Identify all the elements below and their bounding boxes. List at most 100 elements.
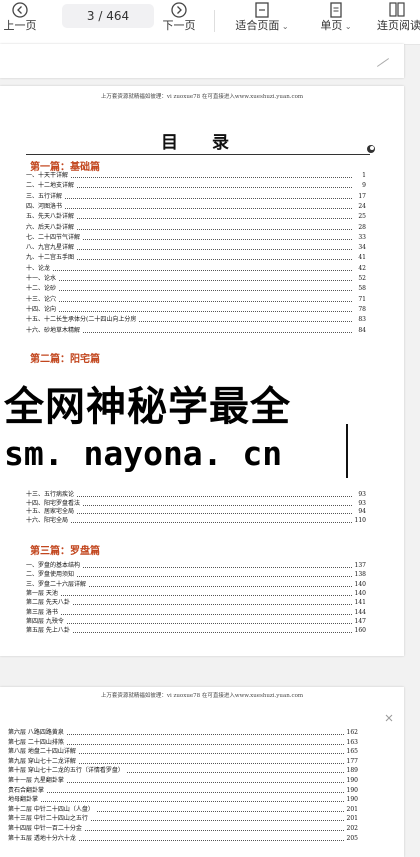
next-page-button[interactable]: 下一页 — [158, 0, 200, 44]
toc-entry-title: 六、后天八卦详解 — [26, 223, 77, 232]
toc-dot-leader — [26, 604, 352, 606]
toc-row[interactable]: 第一层 天池 140 — [26, 589, 366, 598]
section-title-luopan: 第三篇：罗盘篇 — [30, 546, 100, 557]
toc-row[interactable]: 第十层 穿山七十二龙的五行（详情看罗盘） 189 — [8, 767, 358, 776]
toc-entry-page: 93 — [357, 499, 366, 508]
page-mark — [376, 58, 390, 67]
toc-dot-leader — [26, 197, 352, 199]
toc-row[interactable]: 五、先天八卦详解 25 — [26, 213, 366, 222]
toc-row[interactable]: 二、罗盘使用须知 138 — [26, 571, 366, 580]
toc-entry-title: 七、二十四节气详解 — [26, 233, 83, 242]
toc-row[interactable]: 十四、阳宅罗盘看法 93 — [26, 499, 366, 508]
toc-row[interactable]: 第十二层 中针二十四山（人盘） 201 — [8, 805, 358, 814]
page-separator: / — [98, 9, 103, 23]
toc-entry-title: 十五、居家宅全局 — [26, 508, 77, 517]
toc-entry-page: 201 — [345, 815, 358, 824]
toc-row[interactable]: 三、五行详解 17 — [26, 192, 366, 201]
toc-entry-title: 一、罗盘的基本结构 — [26, 562, 83, 570]
toc-entry-title: 十六、阳宅全局 — [26, 516, 71, 525]
toc-dot-leader — [26, 269, 352, 271]
toc-row[interactable]: 三、罗盘二十六层详解 140 — [26, 580, 366, 589]
prev-page-button[interactable]: 上一页 — [0, 0, 40, 44]
prev-page-label: 上一页 — [3, 19, 37, 32]
toc-entry-page: 24 — [357, 202, 366, 211]
toc-row[interactable]: 七、二十四节气详解 33 — [26, 233, 366, 242]
toc-entry-page: 41 — [357, 254, 366, 263]
toc-row[interactable]: 第十三层 中针二十四山之五行 201 — [8, 815, 358, 824]
toc-entry-title: 第十一层 九星翻卦掌 — [8, 777, 66, 785]
toc-entry-title: 第十五层 透地十分六十龙 — [8, 834, 78, 843]
document-page-4: 上万套资源就精福如彼理：vi zuoxue78 在可直接进入www.xueshu… — [0, 687, 404, 857]
toc-dot-leader — [26, 300, 352, 302]
toc-entry-page: 163 — [345, 738, 358, 747]
toc-row[interactable]: 第八层 地盘二十四山详解 165 — [8, 748, 358, 757]
text-cursor — [346, 424, 348, 478]
toc-entry-title: 第四层 九殃令 — [26, 617, 66, 626]
toc-row[interactable]: 十二、论砂 58 — [26, 285, 366, 294]
toc-entry-title: 第五层 先上八卦 — [26, 627, 72, 636]
toc-row[interactable]: 六、后天八卦详解 28 — [26, 223, 366, 232]
toc-row[interactable]: 十六、阳宅全局 110 — [26, 516, 366, 525]
continuous-reading-button[interactable]: 连页阅读 — [374, 0, 420, 44]
toc-row[interactable]: 第二层 先天八卦 141 — [26, 599, 366, 608]
page-corner-mark-icon — [385, 714, 393, 722]
toc-entry-title: 十三、五行病疾论 — [26, 491, 77, 499]
toc-entry-title: 第十三层 中针二十四山之五行 — [8, 815, 90, 824]
toc-entry-title: 地母翻卦掌 — [8, 796, 41, 805]
page-number-box[interactable]: 3 / 464 — [62, 4, 154, 28]
toc-row[interactable]: 十三、五行病疾论 93 — [26, 491, 366, 499]
toc-entry-page: 94 — [357, 508, 366, 517]
next-page-label: 下一页 — [162, 19, 196, 32]
fit-page-label: 适合页面 — [235, 19, 280, 32]
watermark-line-2: sm. nayona. cn — [4, 434, 283, 473]
toc-row[interactable]: 十六、砂地草木精解 84 — [26, 326, 366, 335]
toc-row[interactable]: 第三层 洛书 144 — [26, 608, 366, 617]
toc-entry-page: 147 — [353, 617, 366, 626]
toc-entry-page: 83 — [357, 316, 366, 325]
toc-row[interactable]: 十、论龙 42 — [26, 264, 366, 273]
toc-dot-leader — [26, 280, 352, 281]
fit-page-dropdown[interactable]: 适合页面 ⌄ — [228, 0, 296, 44]
toc-entry-title: 第二层 先天八卦 — [26, 599, 72, 608]
toc-entry-title: 第三层 洛书 — [26, 608, 60, 617]
toc-row[interactable]: 一、罗盘的基本结构 137 — [26, 562, 366, 570]
title-rule — [26, 154, 370, 155]
document-page-2 — [0, 44, 404, 78]
toc-entry-page: 165 — [345, 748, 358, 757]
toc-row[interactable]: 贵石合翻卦掌 190 — [8, 786, 358, 795]
toc-entry-title: 十四、阳宅罗盘看法 — [26, 499, 83, 508]
page-corner-ornament-icon — [367, 145, 375, 153]
toc-row[interactable]: 第七层 二十四山排煞 163 — [8, 738, 358, 747]
toc-entry-page: 34 — [357, 244, 366, 253]
toc-entry-page: 141 — [353, 599, 366, 608]
toc-entry-page: 52 — [357, 275, 366, 283]
toc-entry-page: 42 — [357, 264, 366, 273]
toc-row[interactable]: 八、九宫九星详解 34 — [26, 244, 366, 253]
toc-row[interactable]: 地母翻卦掌 190 — [8, 796, 358, 805]
toc-entry-page: 205 — [345, 834, 358, 843]
toc-row[interactable]: 十五、十二长生承体分(二十四山向上分房 83 — [26, 316, 366, 325]
single-page-dropdown[interactable]: 单页 ⌄ — [314, 0, 358, 44]
toc-row[interactable]: 第十一层 九星翻卦掌 190 — [8, 777, 358, 785]
chevron-left-circle-icon — [12, 2, 28, 18]
toc-row[interactable]: 四、河图洛书 24 — [26, 202, 366, 211]
toc-row[interactable]: 二、十二地支详解 9 — [26, 182, 366, 191]
toc-row[interactable]: 第六层 八路四路黄泉 162 — [8, 729, 358, 737]
toc-entry-page: 84 — [357, 326, 366, 335]
toc-row[interactable]: 第五层 先上八卦 160 — [26, 627, 366, 636]
chevron-right-circle-icon — [171, 2, 187, 18]
toc-row[interactable]: 第十四层 中针一百二十分金 202 — [8, 825, 358, 833]
toc-row[interactable]: 第四层 九殃令 147 — [26, 617, 366, 626]
toc-entry-title: 九、十二宫五手图 — [26, 254, 77, 263]
toc-entry-title: 第十二层 中针二十四山（人盘） — [8, 805, 96, 814]
toc-row[interactable]: 十一、论水 52 — [26, 275, 366, 283]
toc-row[interactable]: 第十五层 透地十分六十龙 205 — [8, 834, 358, 843]
toc-row[interactable]: 十四、论向 78 — [26, 305, 366, 314]
toc-row[interactable]: 十五、居家宅全局 94 — [26, 508, 366, 517]
section-title-basics: 第一篇：基础篇 — [30, 162, 100, 173]
toc-row[interactable]: 一、十天干详解 1 — [26, 172, 366, 180]
current-page-input[interactable]: 3 — [87, 9, 95, 23]
toc-row[interactable]: 第九层 穿山七十二龙详解 177 — [8, 757, 358, 766]
toc-row[interactable]: 十三、论穴 71 — [26, 295, 366, 304]
toc-row[interactable]: 九、十二宫五手图 41 — [26, 254, 366, 263]
